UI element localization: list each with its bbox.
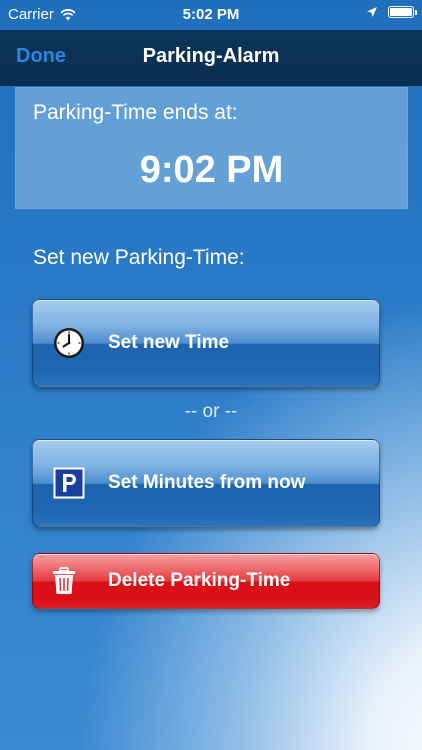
- delete-parking-time-label: Delete Parking-Time: [108, 570, 291, 591]
- delete-parking-time-button[interactable]: Delete Parking-Time: [32, 553, 380, 609]
- or-separator: -- or --: [184, 401, 238, 422]
- set-new-time-label: Set new Time: [108, 332, 230, 353]
- trash-icon: [53, 567, 75, 594]
- battery-icon: [388, 6, 417, 18]
- set-minutes-label: Set Minutes from now: [108, 472, 306, 493]
- set-minutes-button[interactable]: Set Minutes from now: [32, 439, 380, 527]
- status-time: 5:02 PM: [182, 6, 240, 23]
- location-arrow-icon: [367, 7, 377, 17]
- parking-time-label: Parking-Time ends at:: [33, 101, 238, 124]
- navigation-bar: Done Parking-Alarm: [0, 30, 422, 86]
- set-new-parking-time-label: Set new Parking-Time:: [33, 246, 245, 269]
- clock-icon: [54, 328, 84, 358]
- set-new-time-button[interactable]: Set new Time: [32, 299, 380, 387]
- parking-sign-icon: [53, 467, 85, 499]
- nav-title: Parking-Alarm: [142, 45, 280, 67]
- parking-time-panel: Parking-Time ends at: 9:02 PM: [15, 87, 408, 209]
- status-bar: Carrier 5:02 PM: [0, 0, 422, 30]
- status-right-group: [366, 6, 417, 18]
- parking-end-time: 9:02 PM: [139, 149, 284, 191]
